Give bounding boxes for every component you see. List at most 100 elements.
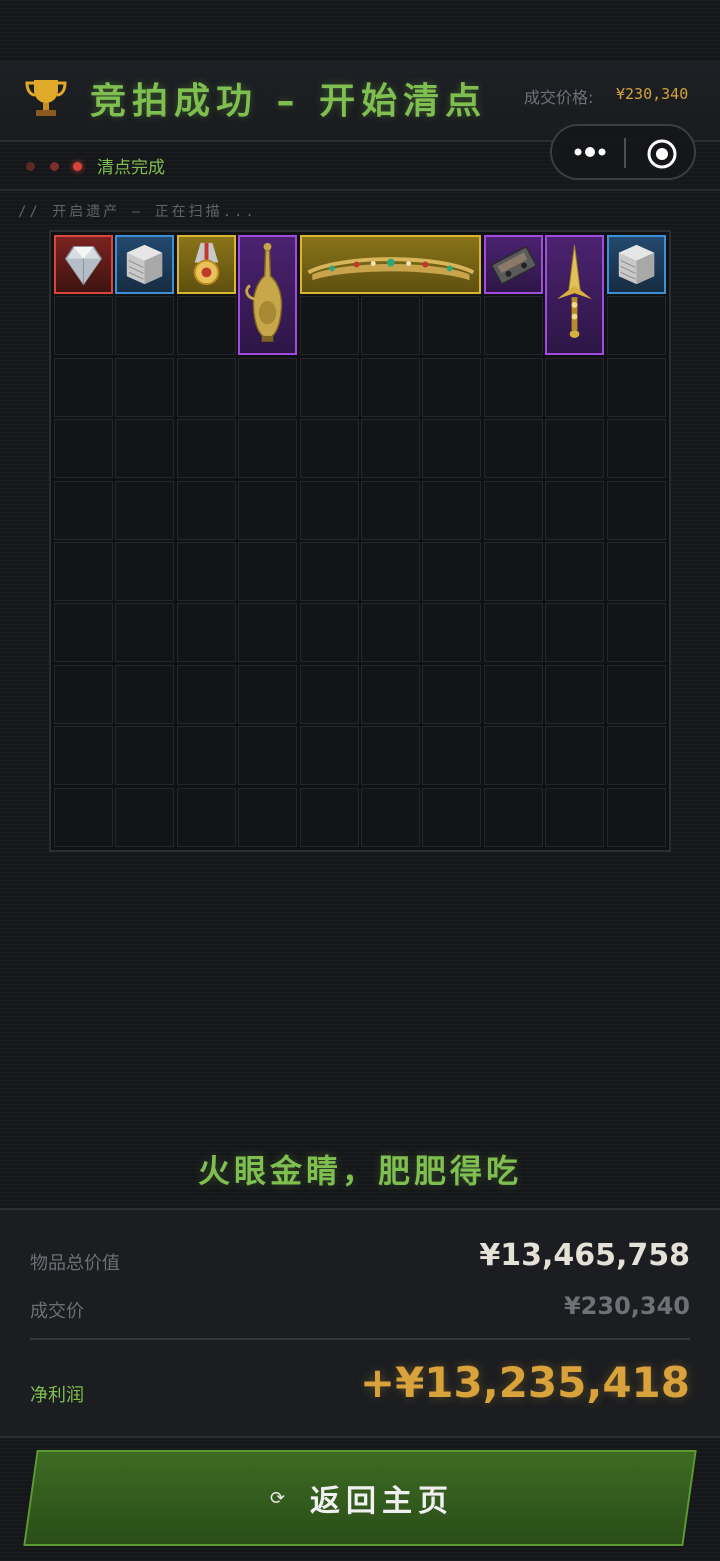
inventory-slot[interactable] [176, 603, 236, 663]
inventory-slot[interactable] [238, 419, 298, 479]
inventory-slot[interactable] [115, 419, 175, 479]
inventory-slot[interactable] [54, 480, 113, 540]
diamond-item[interactable] [54, 235, 113, 294]
inventory-slot[interactable] [115, 480, 175, 540]
inventory-slot[interactable] [115, 296, 175, 356]
inventory-slot[interactable] [361, 664, 420, 724]
inventory-slot[interactable] [54, 787, 113, 847]
inventory-slot[interactable] [54, 664, 113, 724]
inventory-slot[interactable] [361, 480, 420, 540]
inventory-slot[interactable] [606, 480, 666, 540]
inventory-slot[interactable] [115, 664, 175, 724]
server-box-item[interactable] [115, 235, 175, 294]
inventory-slot[interactable] [606, 542, 666, 601]
inventory-slot[interactable] [545, 419, 605, 479]
inventory-slot[interactable] [545, 726, 605, 786]
inventory-slot[interactable] [238, 787, 298, 847]
inventory-slot[interactable] [176, 296, 236, 356]
inventory-slot[interactable] [54, 296, 113, 356]
inventory-slot[interactable] [606, 419, 666, 479]
return-home-button[interactable]: ⟳ 返回主页 [23, 1450, 697, 1546]
inventory-slot[interactable] [115, 357, 175, 417]
inventory-slot[interactable] [361, 726, 420, 786]
medal-item[interactable] [176, 235, 236, 294]
inventory-slot[interactable] [115, 726, 175, 786]
ewer-item[interactable] [238, 235, 298, 356]
inventory-slot[interactable] [422, 480, 482, 540]
inventory-slot[interactable] [115, 603, 175, 663]
inventory-slot[interactable] [238, 542, 298, 601]
more-dots-icon[interactable] [570, 138, 610, 166]
inventory-slot[interactable] [545, 664, 605, 724]
inventory-slot[interactable] [483, 419, 543, 479]
inventory-slot[interactable] [483, 787, 543, 847]
inventory-slot[interactable] [299, 664, 359, 724]
inventory-slot[interactable] [54, 603, 113, 663]
inventory-slot[interactable] [422, 664, 482, 724]
inventory-slot[interactable] [238, 603, 298, 663]
inventory-slot[interactable] [299, 603, 359, 663]
inventory-slot[interactable] [176, 726, 236, 786]
inventory-slot[interactable] [483, 296, 543, 356]
inventory-slot[interactable] [361, 357, 420, 417]
inventory-slot[interactable] [545, 787, 605, 847]
inventory-slot[interactable] [299, 480, 359, 540]
inventory-slot[interactable] [483, 664, 543, 724]
inventory-slot[interactable] [483, 480, 543, 540]
server-box-item-2[interactable] [606, 235, 666, 294]
inventory-slot[interactable] [238, 480, 298, 540]
inventory-slot[interactable] [422, 726, 482, 786]
inventory-slot[interactable] [422, 296, 482, 356]
inventory-slot[interactable] [606, 664, 666, 724]
inventory-slot[interactable] [545, 542, 605, 601]
inventory-slot[interactable] [545, 603, 605, 663]
inventory-slot[interactable] [422, 603, 482, 663]
inventory-slot[interactable] [606, 357, 666, 417]
inventory-slot[interactable] [54, 726, 113, 786]
inventory-slot[interactable] [606, 603, 666, 663]
inventory-slot[interactable] [483, 357, 543, 417]
inventory-slot[interactable] [361, 787, 420, 847]
target-icon[interactable] [646, 138, 678, 170]
inventory-slot[interactable] [115, 787, 175, 847]
inventory-slot[interactable] [54, 419, 113, 479]
inventory-slot[interactable] [361, 419, 420, 479]
inventory-slot[interactable] [483, 603, 543, 663]
inventory-slot[interactable] [238, 357, 298, 417]
inventory-slot[interactable] [545, 480, 605, 540]
inventory-slot[interactable] [361, 542, 420, 601]
cassette-item[interactable] [483, 235, 543, 294]
inventory-slot[interactable] [299, 726, 359, 786]
inventory-slot[interactable] [361, 603, 420, 663]
inventory-slot[interactable] [54, 357, 113, 417]
inventory-slot[interactable] [299, 357, 359, 417]
inventory-slot[interactable] [176, 542, 236, 601]
dagger-item[interactable] [545, 235, 605, 356]
tiara-item[interactable] [299, 235, 482, 294]
inventory-slot[interactable] [54, 542, 113, 601]
server-box-icon [609, 237, 664, 292]
inventory-slot[interactable] [422, 419, 482, 479]
inventory-slot[interactable] [299, 419, 359, 479]
inventory-slot[interactable] [422, 542, 482, 601]
inventory-slot[interactable] [361, 296, 420, 356]
inventory-slot[interactable] [176, 419, 236, 479]
inventory-slot[interactable] [422, 357, 482, 417]
inventory-slot[interactable] [299, 542, 359, 601]
inventory-slot[interactable] [483, 542, 543, 601]
inventory-slot[interactable] [606, 726, 666, 786]
inventory-slot[interactable] [238, 726, 298, 786]
inventory-slot[interactable] [483, 726, 543, 786]
inventory-slot[interactable] [176, 664, 236, 724]
inventory-slot[interactable] [299, 787, 359, 847]
inventory-slot[interactable] [422, 787, 482, 847]
inventory-slot[interactable] [606, 787, 666, 847]
inventory-slot[interactable] [238, 664, 298, 724]
inventory-slot[interactable] [176, 357, 236, 417]
inventory-slot[interactable] [176, 480, 236, 540]
inventory-slot[interactable] [545, 357, 605, 417]
inventory-slot[interactable] [606, 296, 666, 356]
inventory-slot[interactable] [115, 542, 175, 601]
inventory-slot[interactable] [299, 296, 359, 356]
inventory-slot[interactable] [176, 787, 236, 847]
